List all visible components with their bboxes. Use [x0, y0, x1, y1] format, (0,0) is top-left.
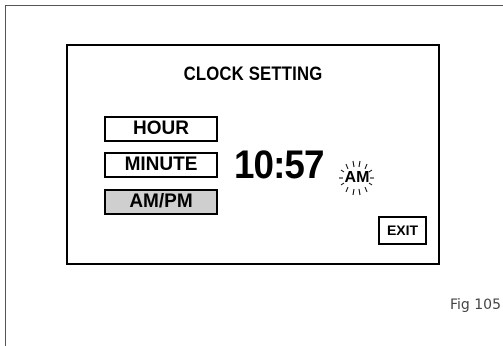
period-indicator: AM: [334, 158, 380, 198]
figure-caption: Fig 105: [450, 297, 501, 313]
period-text: AM: [344, 169, 370, 186]
time-display: 10:57: [234, 143, 324, 187]
ampm-button[interactable]: AM/PM: [104, 189, 218, 215]
minute-button[interactable]: MINUTE: [104, 152, 218, 178]
clock-setting-screen: CLOCK SETTING HOUR MINUTE AM/PM 10:57 AM…: [66, 44, 440, 265]
exit-button[interactable]: EXIT: [378, 216, 427, 245]
screen-title: CLOCK SETTING: [183, 64, 323, 85]
hour-button[interactable]: HOUR: [104, 116, 218, 142]
